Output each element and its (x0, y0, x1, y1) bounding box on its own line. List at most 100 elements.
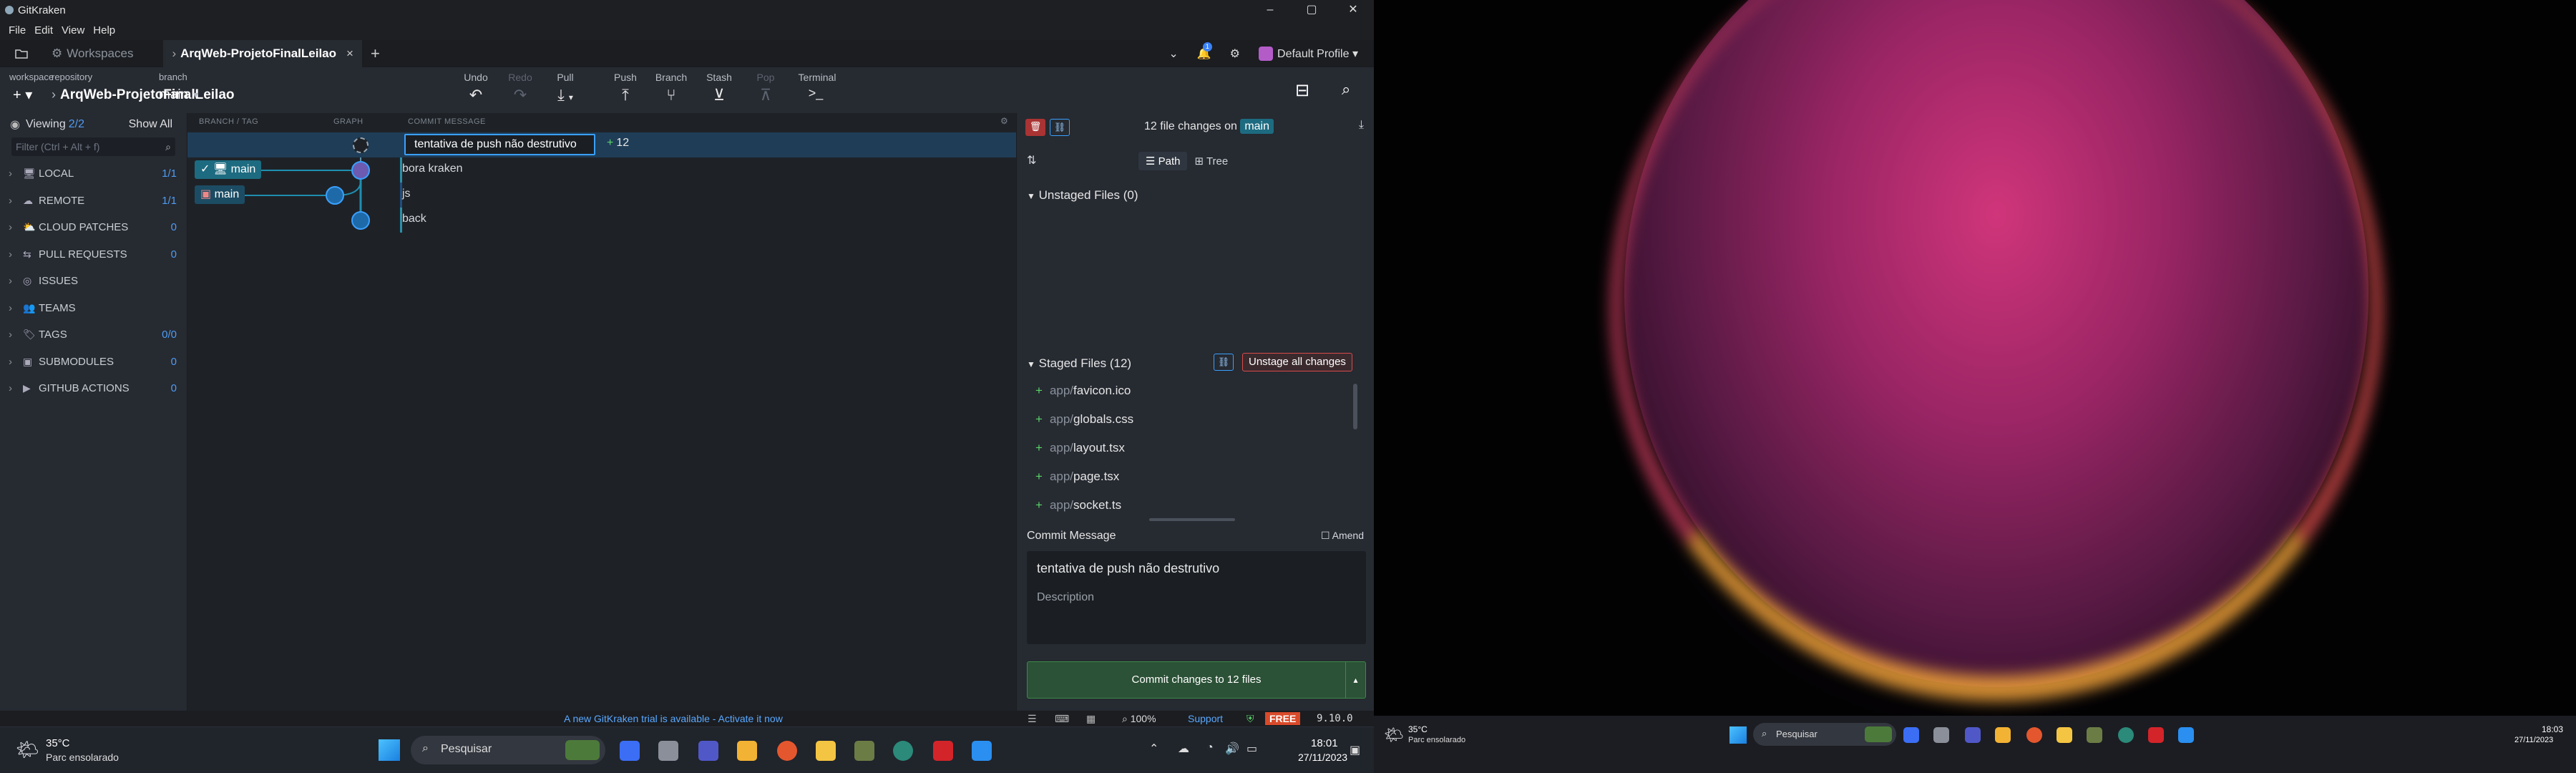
clock-date[interactable]: 27/11/2023 (2514, 736, 2553, 744)
staged-file-item[interactable]: + app/page.tsx (1035, 470, 1119, 484)
staged-file-item[interactable]: + app/favicon.ico (1035, 384, 1131, 398)
commit-row[interactable]: back (187, 208, 1016, 233)
branch-selector[interactable]: main (159, 87, 188, 103)
copilot-icon[interactable] (620, 741, 640, 761)
pop-button[interactable]: Pop ⊼ (744, 72, 787, 104)
local-branch-chip[interactable]: ✓ 🖥 main (195, 160, 262, 179)
windows-start-icon[interactable] (1729, 726, 1747, 744)
commit-summary-input[interactable]: tentativa de push não destrutivo (1037, 561, 1219, 576)
bell-icon[interactable]: 🔔 1 (1197, 42, 1212, 61)
copilot-icon[interactable] (1903, 727, 1919, 743)
terminal-button[interactable]: Terminal >_ (796, 72, 839, 101)
sort-icon[interactable]: ⇅ (1027, 153, 1036, 167)
file-explorer-icon[interactable] (816, 741, 836, 761)
volume-icon[interactable]: 🔊 (1225, 742, 1239, 756)
vscode-icon[interactable] (2178, 727, 2194, 743)
task-view-icon[interactable] (658, 741, 678, 761)
tray-chevron-icon[interactable]: ⌃ (1149, 742, 1158, 756)
menu-file[interactable]: File (9, 24, 26, 37)
sidebar-item-tags[interactable]: › 🏷 TAGS 0/0 (0, 321, 187, 349)
taskbar-search[interactable]: ⌕ Pesquisar (411, 736, 605, 764)
tree-view-button[interactable]: ⊞ Tree (1187, 152, 1235, 170)
weather-icon[interactable]: 🌤 (16, 739, 39, 761)
wip-row[interactable]: tentativa de push não destrutivo +12 (187, 132, 1016, 157)
sidebar-item-local[interactable]: › 🖥 LOCAL 1/1 (0, 160, 187, 188)
teams-icon[interactable] (1965, 727, 1981, 743)
grid-icon[interactable]: ▦ (1086, 713, 1096, 725)
onedrive-icon[interactable]: ☁ (1178, 742, 1189, 756)
sidebar-item-pull-requests[interactable]: › ⇆ PULL REQUESTS 0 (0, 241, 187, 268)
game-app-icon[interactable] (854, 741, 874, 761)
sidebar-item-cloud-patches[interactable]: › ⛅ CLOUD PATCHES 0 (0, 214, 187, 241)
unstage-all-button[interactable]: Unstage all changes (1242, 353, 1352, 371)
taskbar-search[interactable]: ⌕ Pesquisar (1753, 723, 1896, 746)
firefox-icon[interactable] (777, 741, 797, 761)
folder-icon[interactable] (0, 40, 43, 67)
profile-menu[interactable]: Default Profile ▾ (1259, 47, 1358, 62)
chevron-down-icon[interactable]: ⌄ (1169, 47, 1178, 61)
path-view-button[interactable]: ☰ Path (1138, 152, 1188, 170)
menu-help[interactable]: Help (93, 24, 115, 37)
firefox-icon[interactable] (2026, 727, 2042, 743)
commit-row[interactable]: ▣ main js (187, 183, 1016, 208)
gitkraken-taskbar-icon[interactable] (2118, 727, 2134, 743)
minimize-button[interactable]: – (1249, 0, 1291, 20)
staged-file-item[interactable]: + app/socket.ts (1035, 498, 1121, 512)
trash-icon[interactable]: 🗑 (1025, 119, 1045, 136)
menu-edit[interactable]: Edit (34, 24, 53, 37)
file-list-scrollbar[interactable] (1353, 384, 1357, 429)
staged-files-header[interactable]: ▼ Staged Files (12) (1027, 356, 1131, 371)
close-tab-icon[interactable]: × (346, 47, 353, 61)
amend-checkbox[interactable]: ☐ Amend (1321, 530, 1364, 542)
filter-input[interactable]: Filter (Ctrl + Alt + f) ⌕ (11, 137, 175, 156)
sidebar-item-github-actions[interactable]: › ▶ GITHUB ACTIONS 0 (0, 375, 187, 402)
repository-selector[interactable]: ArqWeb-ProjetoFinalLeilao (60, 87, 235, 103)
stash-button[interactable]: Stash ⊻ (698, 72, 741, 104)
commit-description-input[interactable]: Description (1037, 591, 1094, 604)
task-view-icon[interactable] (1933, 727, 1949, 743)
redo-button[interactable]: Redo ↷ (499, 72, 542, 104)
weather-icon[interactable]: 🌤 (1384, 726, 1404, 744)
link-icon[interactable]: ⛓ (1214, 354, 1234, 371)
add-tab-button[interactable]: + (362, 40, 389, 67)
teams-icon[interactable] (698, 741, 718, 761)
commit-button[interactable]: Commit changes to 12 files ▴ (1027, 661, 1366, 699)
notification-center-icon[interactable]: ▣ (1350, 743, 1360, 757)
commit-options-icon[interactable]: ▴ (1345, 662, 1365, 698)
keyboard-icon[interactable]: ⌨ (1055, 713, 1069, 725)
add-workspace-icon[interactable]: + ▾ (13, 86, 32, 104)
windows-start-icon[interactable] (379, 739, 400, 761)
gitkraken-taskbar-icon[interactable] (893, 741, 913, 761)
link-icon[interactable]: ⛓ (1050, 119, 1070, 136)
sidebar-item-submodules[interactable]: › ▣ SUBMODULES 0 (0, 349, 187, 376)
clock-time[interactable]: 18:03 (2542, 724, 2563, 734)
download-icon[interactable]: ⤓ (1359, 119, 1364, 132)
push-button[interactable]: Push ⤒ (604, 72, 647, 104)
panel-resize-handle[interactable] (1149, 518, 1235, 521)
tab-repository[interactable]: › ArqWeb-ProjetoFinalLeilao × (163, 40, 362, 67)
sidebar-item-issues[interactable]: › ◎ ISSUES (0, 268, 187, 295)
remote-branch-chip[interactable]: ▣ main (195, 185, 245, 204)
trial-link[interactable]: A new GitKraken trial is available - Act… (564, 713, 783, 724)
clock-time[interactable]: 18:01 (1311, 737, 1338, 749)
sidebar-item-remote[interactable]: › ☁ REMOTE 1/1 (0, 188, 187, 215)
layout-toggle-icon[interactable]: ⊟ (1295, 80, 1309, 101)
clock-date[interactable]: 27/11/2023 (1298, 752, 1347, 763)
sidebar-item-teams[interactable]: › 👥 TEAMS (0, 295, 187, 322)
plan-badge[interactable]: FREE (1265, 712, 1301, 725)
show-all-button[interactable]: Show All (129, 118, 172, 131)
support-link[interactable]: Support (1188, 713, 1223, 724)
vscode-icon[interactable] (972, 741, 992, 761)
commit-row[interactable]: ✓ 🖥 main bora kraken (187, 157, 1016, 183)
calendar-app-icon[interactable] (1995, 727, 2011, 743)
search-icon[interactable]: ⌕ (1342, 80, 1350, 99)
menu-view[interactable]: View (62, 24, 84, 37)
game-app-icon[interactable] (2087, 727, 2102, 743)
gear-icon[interactable]: ⚙ (1230, 47, 1240, 61)
staged-file-item[interactable]: + app/layout.tsx (1035, 441, 1125, 455)
list-icon[interactable]: ☰ (1028, 713, 1037, 725)
battery-icon[interactable]: ▭ (1246, 742, 1257, 756)
calendar-app-icon[interactable] (737, 741, 757, 761)
unstaged-files-header[interactable]: ▼ Unstaged Files (0) (1027, 188, 1138, 203)
wip-message-input[interactable]: tentativa de push não destrutivo (404, 134, 595, 155)
